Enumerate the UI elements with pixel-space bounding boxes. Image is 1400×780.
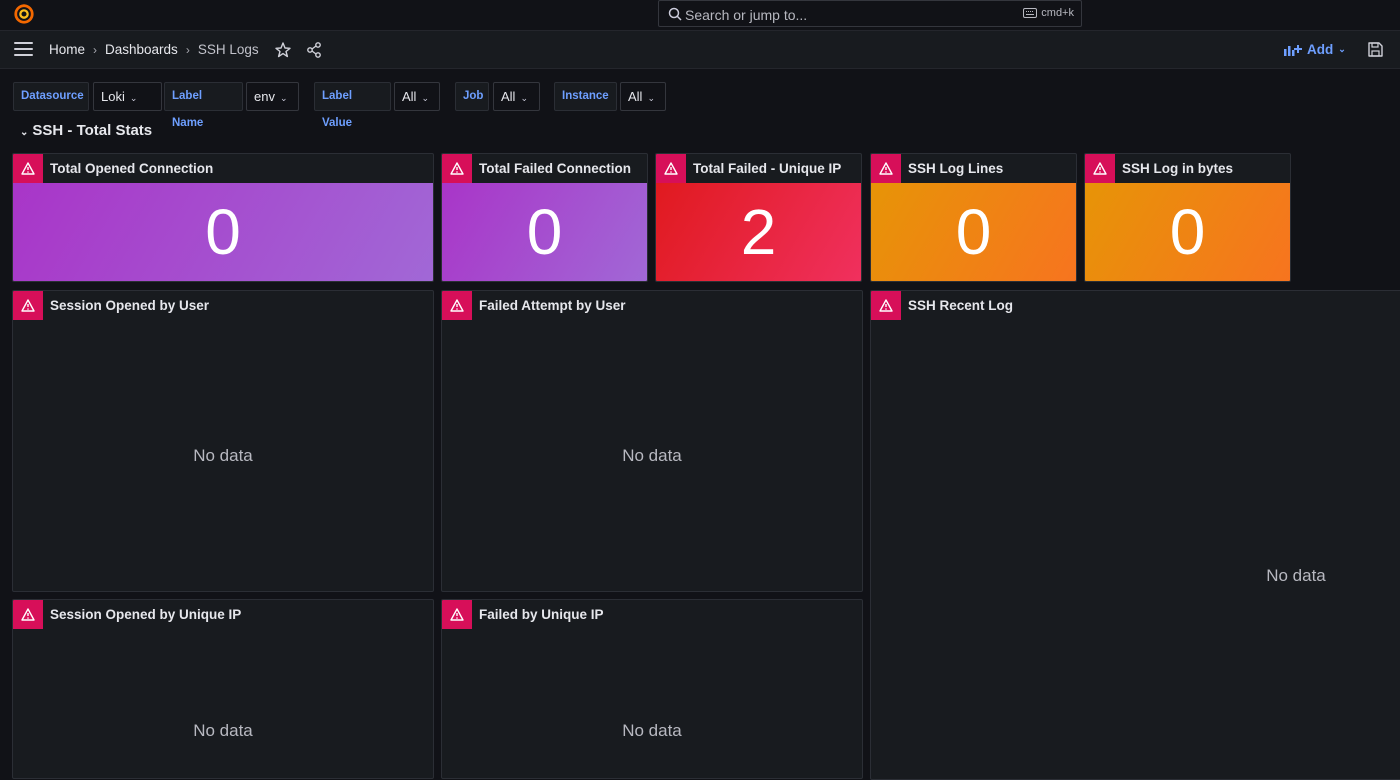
panel-title: SSH Recent Log [908,298,1014,313]
no-data-text: No data [1266,566,1326,585]
no-data-text: No data [193,721,253,740]
add-button[interactable]: Add ⌄ [1284,42,1346,57]
variable-value: Loki [101,89,125,104]
warning-icon[interactable] [442,291,472,320]
share-icon[interactable] [305,41,323,59]
panel-title: Failed by Unique IP [479,607,604,622]
variable-value: All [402,89,417,104]
search-icon [668,7,682,21]
save-icon[interactable] [1367,41,1384,58]
variable-label-instance: Instance [554,82,617,111]
panel-title: Session Opened by User [50,298,210,313]
stat-panel[interactable]: 0 SSH Log Lines [870,153,1077,282]
chevron-down-icon: ⌄ [520,93,528,103]
warning-icon[interactable] [871,291,901,320]
variable-select-datasource[interactable]: Loki ⌄ [93,82,162,111]
add-panel-icon [1284,44,1302,56]
no-data-text: No data [193,446,253,465]
variable-select-job[interactable]: All ⌄ [493,82,540,111]
breadcrumb-separator: › [93,42,98,57]
panel-session-opened-by-user[interactable]: Session Opened by User No data [12,290,434,592]
chevron-down-icon: ⌄ [647,93,655,103]
add-label: Add [1307,42,1334,57]
panel-title: Failed Attempt by User [479,298,626,313]
menu-icon[interactable] [14,42,33,56]
panel-title: Total Opened Connection [50,161,214,176]
variable-label-datasource: Datasource [13,82,89,111]
warning-icon[interactable] [656,154,686,183]
breadcrumb: Home › Dashboards › SSH Logs [49,42,259,57]
breadcrumb-separator: › [185,42,190,57]
variable-label-job: Job [455,82,489,111]
variable-value: All [501,89,516,104]
warning-icon[interactable] [13,154,43,183]
variable-select-label-name[interactable]: env ⌄ [246,82,299,111]
chevron-down-icon: ⌄ [279,93,288,103]
chevron-down-icon: ⌄ [1338,44,1346,54]
warning-icon[interactable] [13,291,43,320]
grafana-logo-icon[interactable] [13,3,35,25]
stat-value: 0 [13,183,433,281]
panel-title: SSH Log in bytes [1122,161,1234,176]
breadcrumb-current: SSH Logs [197,42,259,57]
search-input[interactable]: Search or jump to... cmd+k [658,0,1082,27]
panel-failed-attempt-by-user[interactable]: Failed Attempt by User No data [441,290,863,592]
warning-icon[interactable] [1085,154,1115,183]
shortcut-text: cmd+k [1041,7,1074,19]
warning-icon[interactable] [871,154,901,183]
stat-panel[interactable]: 2 Total Failed - Unique IP [655,153,862,282]
stat-value: 0 [1085,183,1290,281]
stat-value: 0 [871,183,1076,281]
panel-failed-by-unique-ip[interactable]: Failed by Unique IP No data [441,599,863,779]
chevron-down-icon: ⌄ [129,93,138,103]
shortcut-hint: cmd+k [1023,7,1074,19]
stat-value: 0 [442,183,647,281]
no-data-text: No data [622,446,682,465]
breadcrumb-dashboards[interactable]: Dashboards [105,42,178,57]
variable-select-instance[interactable]: All ⌄ [620,82,666,111]
stat-panel[interactable]: 0 Total Opened Connection [12,153,434,282]
variable-label-label-value: Label Value [314,82,391,129]
row-header[interactable]: ⌄ SSH - Total Stats [20,122,152,139]
nav-bar: Home › Dashboards › SSH Logs Add ⌄ [0,31,1400,69]
variable-select-label-value[interactable]: All ⌄ [394,82,440,111]
warning-icon[interactable] [442,600,472,629]
warning-icon[interactable] [442,154,472,183]
stat-panel[interactable]: 0 SSH Log in bytes [1084,153,1291,282]
variable-value: env [254,89,275,104]
chevron-down-icon: ⌄ [421,93,429,103]
panel-title: SSH Log Lines [908,161,1004,176]
warning-icon[interactable] [13,600,43,629]
no-data-text: No data [622,721,682,740]
panel-title: Total Failed - Unique IP [693,161,842,176]
panel-title: Session Opened by Unique IP [50,607,242,622]
variable-label-label-name: Label Name [164,82,243,129]
chevron-down-icon: ⌄ [20,127,29,138]
panel-session-opened-by-unique-ip[interactable]: Session Opened by Unique IP No data [12,599,434,779]
row-title: SSH - Total Stats [32,122,153,139]
stat-panel[interactable]: 0 Total Failed Connection [441,153,648,282]
panel-title: Total Failed Connection [479,161,632,176]
top-bar: Search or jump to... cmd+k [0,0,1400,31]
search-placeholder: Search or jump to... [685,7,808,23]
stat-value: 2 [656,183,861,281]
star-icon[interactable] [274,41,292,59]
keyboard-icon [1023,8,1038,18]
breadcrumb-home[interactable]: Home [49,42,85,57]
variable-value: All [628,89,643,104]
panel-ssh-recent-log[interactable]: SSH Recent Log No data [870,290,1400,780]
